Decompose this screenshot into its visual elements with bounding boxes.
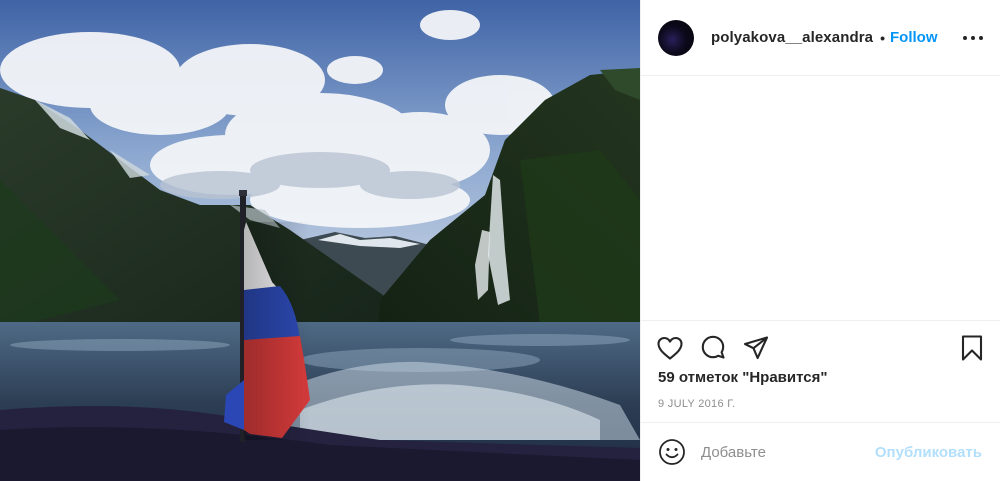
send-icon[interactable] bbox=[741, 333, 771, 363]
post-photo[interactable] bbox=[0, 0, 640, 481]
comment-bar: Опубликовать bbox=[641, 422, 1000, 481]
comment-icon[interactable] bbox=[698, 333, 728, 363]
separator-dot: • bbox=[880, 29, 885, 46]
emoji-icon[interactable] bbox=[658, 438, 686, 466]
heart-icon[interactable] bbox=[655, 333, 685, 363]
bookmark-icon[interactable] bbox=[957, 333, 987, 363]
username[interactable]: polyakova__alexandra bbox=[711, 29, 873, 46]
likes-count[interactable]: 59 отметок "Нравится" bbox=[658, 369, 827, 386]
post-sidebar: polyakova__alexandra • Follow 59 отметок… bbox=[640, 0, 1000, 481]
post-header: polyakova__alexandra • Follow bbox=[641, 0, 1000, 76]
comment-input[interactable] bbox=[701, 440, 901, 464]
publish-button[interactable]: Опубликовать bbox=[875, 444, 982, 461]
fjord-photo bbox=[0, 0, 640, 481]
post-actions: 59 отметок "Нравится" 9 JULY 2016 Г. bbox=[641, 320, 1000, 422]
instagram-post: polyakova__alexandra • Follow 59 отметок… bbox=[0, 0, 1000, 481]
post-date: 9 JULY 2016 Г. bbox=[658, 398, 736, 410]
more-options-icon[interactable] bbox=[963, 28, 983, 48]
avatar[interactable] bbox=[658, 19, 694, 56]
follow-button[interactable]: Follow bbox=[890, 29, 938, 46]
